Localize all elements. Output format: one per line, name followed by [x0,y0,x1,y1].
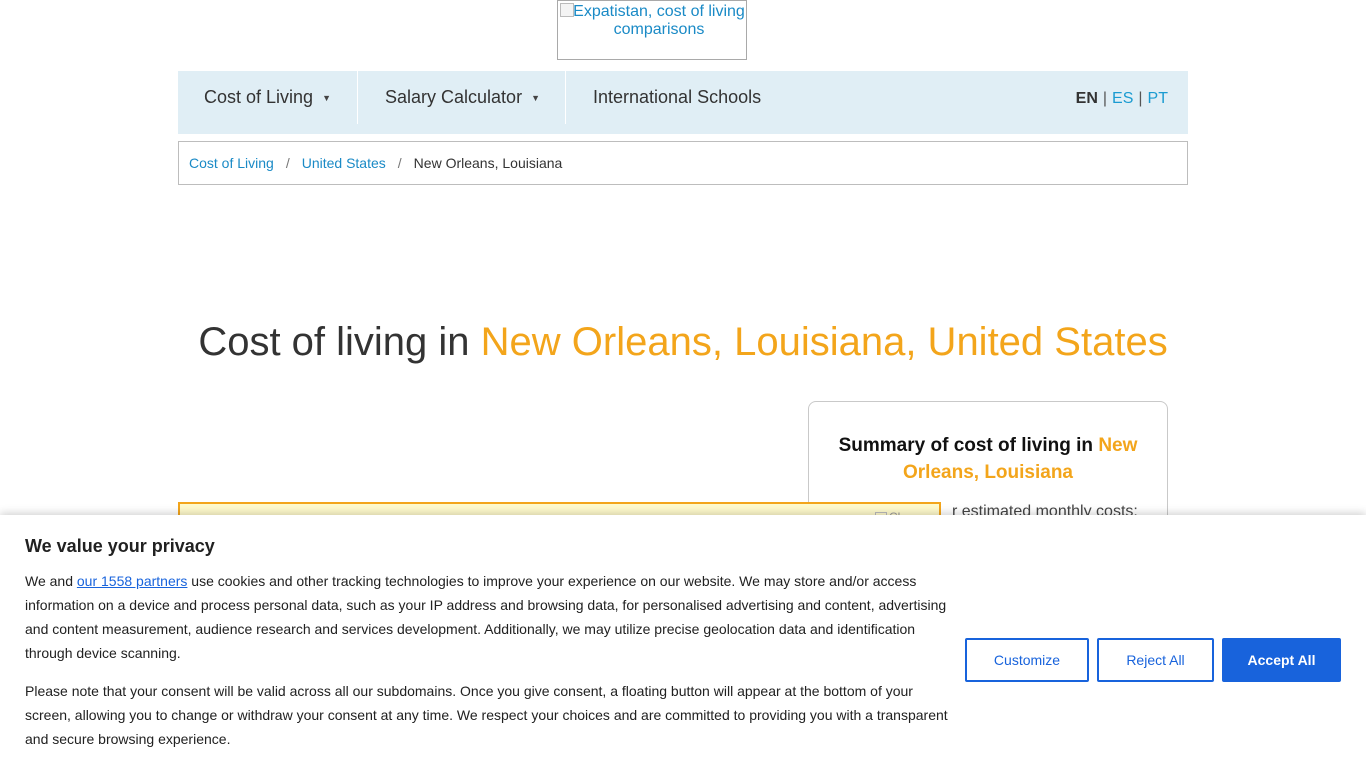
nav-salary-calculator-label: Salary Calculator [385,87,523,107]
page-title: Cost of living in New Orleans, Louisiana… [178,320,1188,365]
consent-paragraph-2: Please note that your consent will be va… [25,683,948,747]
accept-all-button[interactable]: Accept All [1222,638,1341,682]
nav-divider [565,71,566,124]
consent-paragraph-1: We and our 1558 partners use cookies and… [25,569,955,665]
breadcrumb: Cost of Living / United States / New Orl… [178,141,1188,185]
main-nav: Cost of Living ▼ Salary Calculator ▼ Int… [178,71,1188,134]
caret-down-icon: ▼ [531,92,540,103]
summary-title: Summary of cost of living in New Orleans… [829,432,1147,486]
cookie-consent-banner: We value your privacy We and our 1558 pa… [0,515,1366,768]
breadcrumb-separator: / [397,155,402,171]
nav-international-schools-label: International Schools [593,87,762,107]
breadcrumb-cost-of-living[interactable]: Cost of Living [189,155,274,171]
customize-button[interactable]: Customize [965,638,1089,682]
page-title-prefix: Cost of living in [198,320,481,364]
breadcrumb-current: New Orleans, Louisiana [413,155,563,171]
nav-international-schools[interactable]: International Schools [593,71,761,124]
nav-salary-calculator[interactable]: Salary Calculator ▼ [385,71,540,124]
breadcrumb-separator: / [285,155,290,171]
nav-cost-of-living-label: Cost of Living [204,87,314,107]
reject-all-button[interactable]: Reject All [1097,638,1214,682]
lang-es[interactable]: ES [1112,90,1133,107]
lang-separator: | [1102,90,1108,107]
site-logo[interactable]: Expatistan, cost of living comparisons [557,0,747,60]
consent-heading: We value your privacy [25,536,215,556]
breadcrumb-united-states[interactable]: United States [302,155,386,171]
consent-p1-before: We and [25,573,77,589]
summary-title-prefix: Summary of cost of living in [838,435,1099,456]
lang-en[interactable]: EN [1076,90,1098,107]
logo-alt-text: Expatistan, cost of living comparisons [573,3,745,38]
nav-cost-of-living[interactable]: Cost of Living ▼ [204,71,331,124]
nav-divider [357,71,358,124]
partners-link[interactable]: our 1558 partners [77,573,188,589]
broken-image-icon [560,3,574,17]
language-switcher: EN | ES | PT [1076,90,1168,108]
lang-pt[interactable]: PT [1148,90,1168,107]
lang-separator: | [1138,90,1143,107]
page-title-location: New Orleans, Louisiana, United States [480,320,1168,364]
caret-down-icon: ▼ [322,92,331,103]
